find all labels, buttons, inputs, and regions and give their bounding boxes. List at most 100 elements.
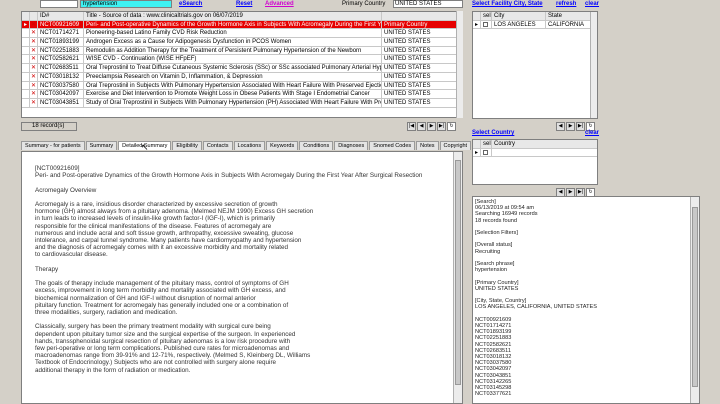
tab-locations[interactable]: Locations	[233, 141, 266, 150]
column-header-state[interactable]: State	[546, 12, 596, 20]
record-count: 18 record(s)	[21, 122, 77, 131]
row-id: NCT01714271	[38, 29, 84, 38]
id-search-input[interactable]	[40, 0, 78, 8]
table-row[interactable]: ✕ NCT02683511 Oral Treprostinil to Treat D…	[22, 64, 462, 73]
detail-tabs: Summary - for patients Summary Detailed Su…	[21, 141, 472, 150]
mouse-cursor-icon: ↖	[141, 142, 149, 152]
row-title: Preeclampsia Research on Vitamin D, Infl…	[84, 72, 382, 81]
last-record-button[interactable]: ▶|	[437, 122, 446, 131]
keyword-search-input[interactable]: hypertension	[80, 0, 172, 8]
detail-text: [NCT00921609] Peri- and Post-operative D…	[35, 165, 423, 374]
results-header: ID# Title - Source of data : www.clinica…	[22, 12, 462, 21]
table-row[interactable]: ✕ NCT03037580 Oral Treprostinil in Subject…	[22, 81, 462, 91]
facility-vscrollbar[interactable]	[590, 12, 597, 118]
table-row[interactable]: ✕ NCT03043851 Study of Oral Treprostinil i…	[22, 98, 462, 108]
country-checkbox[interactable]	[483, 149, 488, 155]
row-country: UNITED STATES	[384, 82, 431, 89]
row-id: NCT03042097	[38, 90, 84, 98]
tab-summary[interactable]: Summary	[85, 141, 118, 150]
remove-row-icon[interactable]: ✕	[30, 90, 38, 98]
tab-contacts[interactable]: Contacts	[202, 141, 233, 150]
remove-row-icon[interactable]: ✕	[30, 29, 38, 38]
remove-row-icon[interactable]: ✕	[30, 55, 38, 64]
table-row[interactable]: ✕ NCT01893199 Androgen Excess as a Cause f…	[22, 38, 462, 47]
row-id: NCT01893199	[38, 38, 84, 46]
results-grid: ID# Title - Source of data : www.clinica…	[21, 11, 463, 118]
tab-keywords[interactable]: Keywords	[266, 141, 299, 150]
row-indicator-icon	[22, 38, 30, 46]
facility-clear-link[interactable]: clear	[585, 0, 599, 9]
row-title: Pioneering-based Latino Family CVD Risk …	[84, 29, 382, 38]
row-country: UNITED STATES	[384, 30, 431, 37]
row-id: NCT00921609	[38, 20, 84, 29]
column-header-country[interactable]: Country	[492, 140, 592, 148]
country-new-row[interactable]: ▸	[473, 148, 597, 158]
row-title: Peri- and Post-operative Dynamics of the…	[86, 20, 382, 29]
remove-row-icon[interactable]: ✕	[30, 81, 38, 90]
refresh-icon[interactable]: ↻	[447, 122, 456, 131]
row-indicator-icon	[22, 64, 30, 72]
tab-snomed-codes[interactable]: Snomed Codes	[369, 141, 416, 150]
row-id: NCT03018132	[38, 72, 84, 81]
tab-conditions[interactable]: Conditions	[299, 141, 334, 150]
column-header-city[interactable]: City	[492, 12, 546, 20]
tab-eligibility[interactable]: Eligibility	[172, 141, 202, 150]
reset-link[interactable]: Reset	[236, 0, 252, 8]
log-vscrollbar[interactable]	[690, 197, 699, 403]
row-title: WISE CVD - Continuation (WISE HFpEF)	[84, 55, 382, 64]
remove-row-icon[interactable]: ✕	[30, 20, 38, 29]
row-country: UNITED STATES	[384, 65, 431, 72]
row-id: NCT02251883	[38, 46, 84, 55]
facility-row[interactable]: ▸ LOS ANGELES CALIFORNIA	[473, 20, 597, 30]
tab-copyright[interactable]: Copyright	[439, 141, 472, 150]
advanced-link[interactable]: Advanced	[265, 0, 294, 8]
row-indicator-icon	[22, 46, 30, 55]
row-id: NCT02683511	[38, 64, 84, 72]
row-id: NCT02582621	[38, 55, 84, 64]
remove-row-icon[interactable]: ✕	[30, 46, 38, 55]
detail-vscrollbar[interactable]	[453, 152, 462, 403]
tab-diagnoses[interactable]: Diagnoses	[334, 141, 369, 150]
remove-row-icon[interactable]: ✕	[30, 38, 38, 46]
search-log-panel: [Search] 06/13/2019 at 09:54 am Searchin…	[472, 196, 700, 404]
row-title: Exercise and Diet Intervention to Promot…	[84, 90, 382, 98]
table-row[interactable]: ✕ NCT02251883 Remodulin as Addition Therap…	[22, 46, 462, 56]
facility-refresh-link[interactable]: refresh	[556, 0, 576, 9]
search-log-text: [Search] 06/13/2019 at 09:54 am Searchin…	[475, 199, 597, 398]
row-id: NCT03043851	[38, 98, 84, 107]
tab-notes[interactable]: Notes	[416, 141, 439, 150]
row-country: UNITED STATES	[384, 56, 431, 63]
results-body: ▸ ✕ NCT00921609 Peri- and Post-operative Dy…	[22, 20, 462, 108]
remove-row-icon[interactable]: ✕	[30, 72, 38, 81]
row-indicator-icon	[22, 55, 30, 64]
select-facility-title[interactable]: Select Facility City, State	[472, 0, 543, 9]
select-country-title[interactable]: Select Country	[472, 129, 514, 138]
results-vscrollbar[interactable]	[456, 11, 463, 118]
facility-next-button[interactable]: ▶	[566, 122, 575, 131]
remove-row-icon[interactable]: ✕	[30, 98, 38, 107]
esearch-link[interactable]: eSearch	[179, 0, 202, 8]
row-country: UNITED STATES	[384, 91, 431, 98]
column-header-title[interactable]: Title - Source of data : www.clinicaltri…	[84, 12, 382, 20]
facility-prev-button[interactable]: ◀	[556, 122, 565, 131]
facility-checkbox[interactable]	[483, 21, 488, 27]
table-row[interactable]: ✕ NCT03042097 Exercise and Diet Interventi…	[22, 90, 462, 99]
first-record-button[interactable]: |◀	[407, 122, 416, 131]
previous-record-button[interactable]: ◀	[417, 122, 426, 131]
table-row[interactable]: ✕ NCT02582621 WISE CVD - Continuation (WIS…	[22, 55, 462, 65]
country-clear-link[interactable]: clear	[585, 129, 599, 138]
primary-country-select[interactable]: UNITED STATES	[393, 0, 463, 8]
facility-last-button[interactable]: ▶|	[576, 122, 585, 131]
remove-row-icon[interactable]: ✕	[30, 64, 38, 72]
detail-panel: [NCT00921609] Peri- and Post-operative D…	[21, 151, 463, 404]
row-indicator-icon	[22, 81, 30, 90]
table-row[interactable]: ▸ ✕ NCT00921609 Peri- and Post-operative Dy…	[22, 20, 462, 30]
column-header-id[interactable]: ID#	[38, 12, 84, 20]
record-navigation: |◀ ◀ ▶ ▶| ↻	[407, 122, 456, 131]
table-row[interactable]: ✕ NCT03018132 Preeclampsia Research on Vit…	[22, 72, 462, 82]
next-record-button[interactable]: ▶	[427, 122, 436, 131]
tab-summary-for-patients[interactable]: Summary - for patients	[21, 141, 85, 150]
row-country: Primary Country	[384, 21, 428, 28]
primary-country-label: Primary Country	[342, 1, 386, 7]
table-row[interactable]: ✕ NCT01714271 Pioneering-based Latino Fami…	[22, 29, 462, 39]
